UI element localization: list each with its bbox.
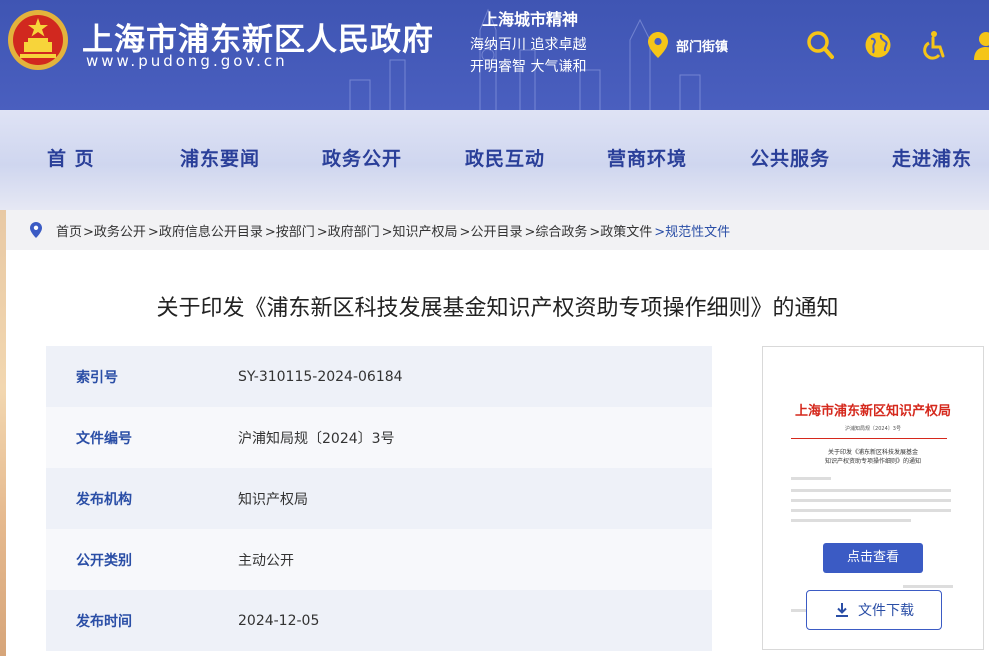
city-spirit-title: 上海城市精神 (482, 10, 579, 29)
breadcrumb: 首页 >政务公开 >政府信息公开目录 >按部门 >政府部门 >知识产权局 >公开… (6, 210, 989, 250)
meta-value: 2024-12-05 (238, 612, 320, 629)
meta-label: 发布机构 (76, 491, 132, 508)
preview-text-line (791, 489, 951, 492)
view-document-button[interactable]: 点击查看 (823, 543, 923, 573)
accessibility-icon[interactable] (920, 30, 948, 60)
breadcrumb-by-dept[interactable]: >按部门 (265, 221, 315, 240)
meta-label: 发布时间 (76, 613, 132, 630)
site-header: 上海市浦东新区人民政府 www.pudong.gov.cn 上海城市精神 海纳百… (0, 0, 989, 110)
nav-public-interaction[interactable]: 政民互动 (465, 144, 545, 171)
preview-red-rule (791, 438, 947, 439)
nav-about-pudong[interactable]: 走进浦东 (892, 144, 972, 171)
meta-label: 公开类别 (76, 552, 132, 569)
meta-row-category: 公开类别 主动公开 (46, 529, 712, 590)
globe-icon[interactable] (864, 30, 892, 60)
main-nav: 首 页 浦东要闻 政务公开 政民互动 营商环境 公共服务 走进浦东 (0, 110, 989, 210)
preview-text-line (791, 499, 951, 502)
document-meta-table: 索引号 SY-310115-2024-06184 文件编号 沪浦知局规〔2024… (46, 346, 712, 651)
page-title: 关于印发《浦东新区科技发展基金知识产权资助专项操作细则》的通知 (156, 296, 839, 321)
download-button[interactable]: 文件下载 (806, 590, 942, 630)
nav-public-services[interactable]: 公共服务 (750, 144, 830, 171)
download-label: 文件下载 (858, 603, 914, 619)
breadcrumb-info-catalog[interactable]: >政府信息公开目录 (148, 221, 263, 240)
download-icon (836, 603, 848, 617)
city-spirit-line-1: 海纳百川 追求卓越 (470, 37, 587, 53)
meta-row-doc-number: 文件编号 沪浦知局规〔2024〕3号 (46, 407, 712, 468)
dept-street-link[interactable]: 部门街镇 (648, 32, 728, 58)
site-url: www.pudong.gov.cn (86, 52, 288, 70)
breadcrumb-normative-docs[interactable]: >规范性文件 (654, 221, 730, 240)
nav-business-environment[interactable]: 营商环境 (607, 144, 687, 171)
meta-row-publish-date: 发布时间 2024-12-05 (46, 590, 712, 651)
breadcrumb-gov-affairs[interactable]: >政务公开 (83, 221, 146, 240)
meta-value: 主动公开 (238, 552, 294, 569)
meta-value: 知识产权局 (238, 491, 308, 508)
national-emblem-icon (8, 10, 68, 70)
nav-pudong-news[interactable]: 浦东要闻 (180, 144, 260, 171)
preview-subtitle-2: 知识产权资助专项操作细则》的通知 (824, 458, 921, 465)
meta-label: 索引号 (76, 369, 118, 386)
city-spirit-line-2: 开明睿智 大气谦和 (470, 59, 587, 75)
search-icon[interactable] (806, 30, 834, 60)
meta-value: 沪浦知局规〔2024〕3号 (238, 430, 395, 447)
breadcrumb-policy-docs[interactable]: >政策文件 (589, 221, 652, 240)
breadcrumb-home[interactable]: 首页 (56, 221, 82, 240)
content-panel: 首页 >政务公开 >政府信息公开目录 >按部门 >政府部门 >知识产权局 >公开… (6, 210, 989, 656)
preview-text-line (791, 519, 911, 522)
user-icon[interactable] (974, 30, 989, 60)
meta-value: SY-310115-2024-06184 (238, 368, 403, 385)
meta-row-publisher: 发布机构 知识产权局 (46, 468, 712, 529)
location-pin-icon (648, 32, 668, 58)
preview-doc-number: 沪浦知局规〔2024〕3号 (845, 426, 901, 432)
nav-government-affairs[interactable]: 政务公开 (322, 144, 402, 171)
breadcrumb-catalog[interactable]: >公开目录 (460, 221, 523, 240)
breadcrumb-gov-depts[interactable]: >政府部门 (317, 221, 380, 240)
location-icon (30, 222, 42, 238)
meta-row-index: 索引号 SY-310115-2024-06184 (46, 346, 712, 407)
meta-label: 文件编号 (76, 430, 132, 447)
preview-subtitle-1: 关于印发《浦东新区科技发展基金 (827, 449, 918, 456)
preview-text-line (903, 585, 953, 588)
preview-text-line (791, 509, 951, 512)
nav-home[interactable]: 首 页 (47, 144, 95, 171)
breadcrumb-general-affairs[interactable]: >综合政务 (524, 221, 587, 240)
preview-text-line (791, 477, 831, 480)
dept-street-label: 部门街镇 (676, 39, 729, 55)
preview-header: 上海市浦东新区知识产权局 (794, 404, 951, 419)
breadcrumb-ip-bureau[interactable]: >知识产权局 (382, 221, 458, 240)
